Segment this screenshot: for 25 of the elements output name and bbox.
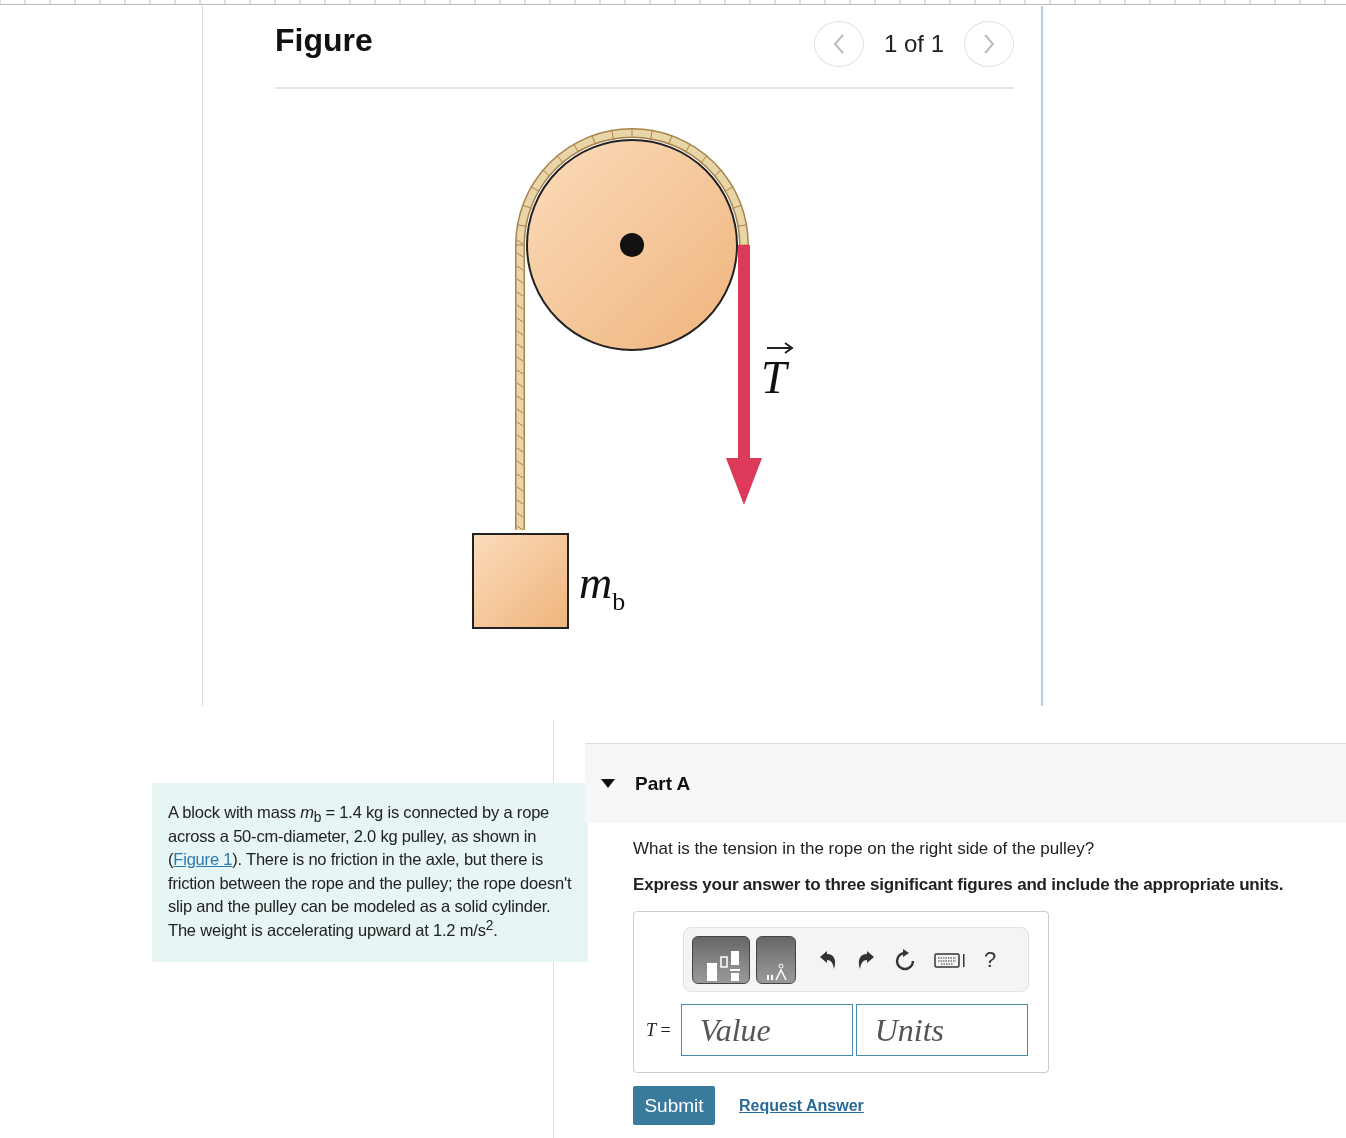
chevron-left-icon <box>831 33 846 55</box>
part-header[interactable]: Part A <box>585 743 1346 823</box>
problem-text: A block with mass m$_{b}$ = 1.4 kg is connected by a rope across a 50-cm-diameter, 2.0 kg pulley, as shown in (Figure 1). There is no friction in the axle, but there is friction between the rope and the pulley; the rope doesn't slip and the pulley can be modeled as a solid cylinder. The weight is accelerating upward at 1.2 m/s$^{2}$. <box>152 783 588 962</box>
templates-button[interactable] <box>692 935 750 984</box>
units-icon <box>765 962 787 981</box>
variable-label: T = <box>646 1019 671 1041</box>
vector-arrow-icon <box>766 342 794 354</box>
reset-icon[interactable] <box>894 947 916 972</box>
keyboard-icon[interactable] <box>934 950 966 969</box>
question-text: What is the tension in the rope on the right side of the pulley? <box>633 839 1096 859</box>
chevron-right-icon <box>982 33 996 55</box>
request-answer-link[interactable]: Request Answer <box>739 1096 864 1115</box>
figure-link[interactable]: Figure 1 <box>173 850 233 868</box>
submit-button[interactable]: Submit <box>633 1086 715 1125</box>
axle-dot <box>620 233 644 257</box>
units-button[interactable] <box>756 935 796 984</box>
mass-label: m$_{b}$ <box>579 557 626 616</box>
collapse-triangle-icon <box>601 778 615 789</box>
figure-title: Figure <box>275 22 373 59</box>
value-field[interactable]: Value <box>680 1004 853 1056</box>
page-counter: 1 of 1 <box>883 30 944 58</box>
part-title: Part A <box>635 772 691 795</box>
help-button[interactable]: ? <box>984 946 997 973</box>
units-field[interactable]: Units <box>855 1004 1028 1056</box>
instruction-text: Express your answer to three significant figures and include the appropriate units. <box>633 875 1285 895</box>
